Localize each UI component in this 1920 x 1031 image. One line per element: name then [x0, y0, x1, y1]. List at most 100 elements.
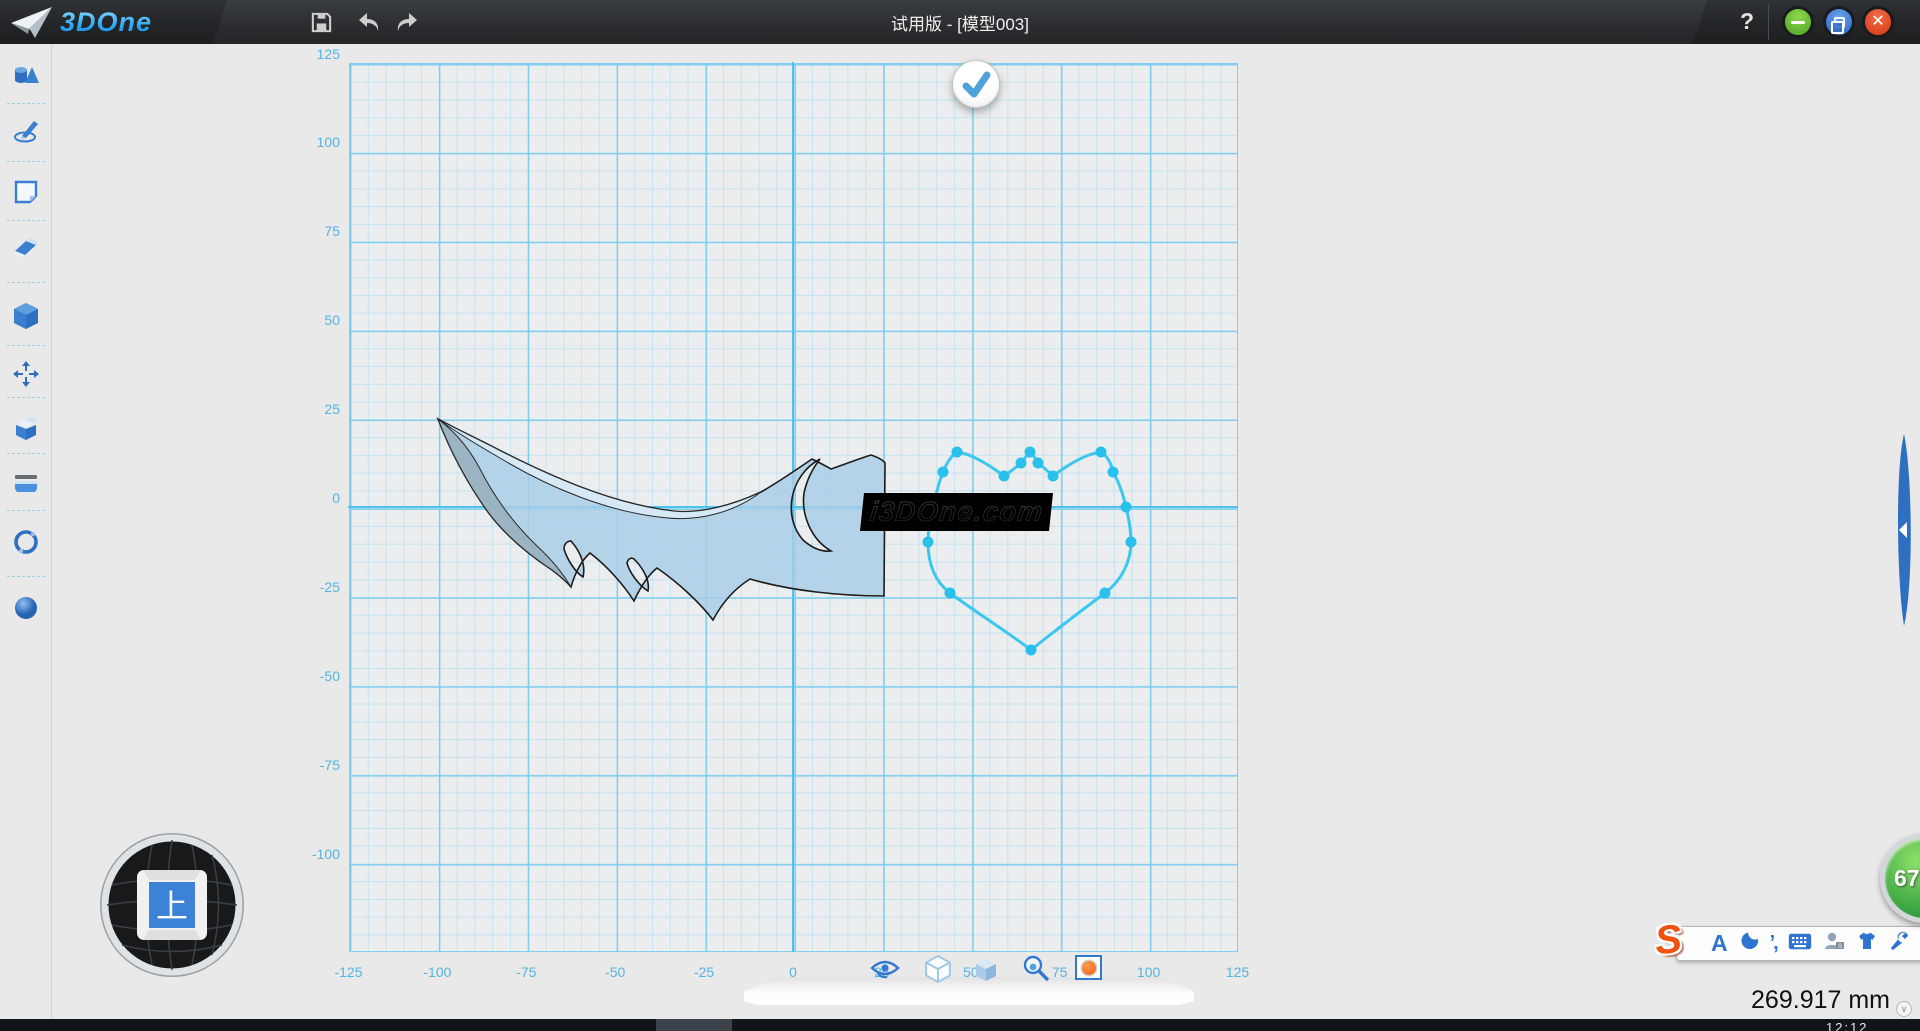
axis-tick-label: -50	[585, 964, 645, 980]
taskbar-app-button[interactable]	[656, 1019, 732, 1031]
ime-moon-button[interactable]	[1739, 931, 1759, 956]
save-button[interactable]	[306, 9, 336, 35]
account-icon: S	[1823, 931, 1845, 951]
minimize-button[interactable]	[1782, 6, 1814, 38]
axis-tick-label: -50	[280, 668, 340, 684]
cube-icon	[13, 302, 39, 330]
tool-rail	[0, 44, 52, 1019]
render-mode-icon	[1082, 961, 1096, 975]
rail-separator	[7, 576, 45, 577]
app-logo: 3DOne	[10, 4, 152, 40]
ime-keyboard-button[interactable]	[1788, 933, 1812, 955]
rail-separator	[7, 397, 45, 398]
magnifier-icon	[1022, 954, 1050, 982]
app-logo-text: 3DOne	[60, 7, 152, 38]
sketch-canvas[interactable]: 1251007550250-25-50-75-100-125-100-75-50…	[52, 44, 1920, 1019]
tshirt-icon	[1856, 931, 1878, 951]
close-icon: ✕	[1871, 14, 1884, 30]
axis-tick-label: -100	[280, 846, 340, 862]
axis-tick-label: -75	[280, 757, 340, 773]
rail-separator	[7, 453, 45, 454]
ime-account-button[interactable]: S	[1823, 931, 1845, 956]
taskbar: 12:12	[0, 1019, 1920, 1031]
measurement-readout: 269.917 mm	[1560, 986, 1890, 1015]
tool-combine-box[interactable]	[0, 408, 52, 448]
paper-plane-icon	[10, 4, 54, 40]
tool-basic-solids[interactable]	[0, 55, 52, 95]
render-mode-button[interactable]	[1075, 955, 1102, 980]
eye-icon	[870, 959, 900, 979]
tool-section-bars[interactable]	[0, 463, 52, 503]
tool-feature-cube[interactable]	[0, 296, 52, 336]
section-bars-icon	[12, 471, 40, 495]
sphere-icon	[13, 595, 39, 621]
check-icon	[953, 61, 999, 107]
view-cube[interactable]: 上	[97, 830, 247, 980]
visibility-button[interactable]	[870, 959, 900, 984]
watermark-text: i3DOne.com	[868, 496, 1045, 528]
tool-sketch-draw[interactable]	[0, 111, 52, 151]
rail-separator	[7, 510, 45, 511]
rail-separator	[7, 282, 45, 283]
confirm-check-button[interactable]	[952, 60, 1000, 108]
wireframe-view-button[interactable]	[925, 955, 951, 988]
solids-icon	[12, 63, 40, 87]
view-cube-bevel-bottom	[143, 930, 201, 940]
tool-material-sphere[interactable]	[0, 588, 52, 628]
close-button[interactable]: ✕	[1862, 6, 1894, 38]
open-box-icon	[12, 415, 40, 441]
axis-tick-label: 125	[280, 46, 340, 62]
wrench-icon	[1889, 931, 1910, 952]
watermark: i3DOne.com	[860, 493, 1053, 531]
wireframe-cube-icon	[925, 955, 951, 983]
undo-icon	[356, 11, 382, 33]
ime-english-toggle[interactable]: A	[1711, 930, 1728, 957]
axis-tick-label: 0	[280, 490, 340, 506]
tool-move[interactable]	[0, 354, 52, 394]
minimize-icon	[1791, 21, 1805, 24]
shaded-view-button[interactable]	[972, 957, 1000, 988]
x-axis-line	[348, 506, 1238, 508]
tool-ring[interactable]	[0, 522, 52, 562]
restore-button[interactable]	[1823, 6, 1855, 38]
sketch-plane-icon	[13, 179, 39, 205]
badge-count: 67	[1894, 865, 1920, 892]
measurement-dropdown[interactable]: ∨	[1896, 1001, 1912, 1017]
move-arrows-icon	[12, 360, 40, 388]
tool-sketch-edit[interactable]	[0, 228, 52, 268]
taskbar-clock: 12:12	[1826, 1020, 1869, 1031]
save-icon	[310, 11, 333, 34]
moon-icon	[1736, 928, 1761, 953]
rail-separator	[7, 345, 45, 346]
shaded-cube-icon	[972, 957, 1000, 983]
ime-toolbox-button[interactable]	[1889, 931, 1910, 957]
help-button[interactable]: ?	[1732, 8, 1762, 36]
restore-icon	[1834, 17, 1845, 28]
axis-tick-label: -75	[496, 964, 556, 980]
rail-separator	[7, 220, 45, 221]
redo-button[interactable]	[392, 9, 422, 35]
tool-sketch-plane[interactable]	[0, 172, 52, 212]
ring-icon	[12, 528, 40, 556]
axis-tick-label: 75	[280, 223, 340, 239]
titlebar: 试用版 - [模型003] 3DOne ?	[0, 0, 1920, 44]
eraser-icon	[12, 237, 40, 259]
redo-icon	[394, 11, 420, 33]
view-toolbar-shelf	[744, 977, 1194, 1005]
svg-text:S: S	[1838, 943, 1843, 950]
axis-tick-label: 125	[1208, 964, 1268, 980]
axis-tick-label: -25	[674, 964, 734, 980]
ime-skin-button[interactable]	[1856, 931, 1878, 956]
titlebar-separator	[1768, 4, 1769, 40]
keyboard-icon	[1788, 933, 1812, 950]
axis-tick-label: -125	[319, 964, 379, 980]
view-cube-bevel-top	[143, 870, 201, 880]
pencil-icon	[12, 118, 40, 144]
zoom-button[interactable]	[1022, 954, 1050, 987]
ime-sogou-logo[interactable]: S	[1653, 917, 1684, 965]
right-panel-toggle[interactable]	[1890, 432, 1916, 628]
undo-button[interactable]	[354, 9, 384, 35]
axis-tick-label: 25	[280, 401, 340, 417]
ime-punctuation-button[interactable]: ’,	[1770, 932, 1777, 955]
rail-separator	[7, 161, 45, 162]
